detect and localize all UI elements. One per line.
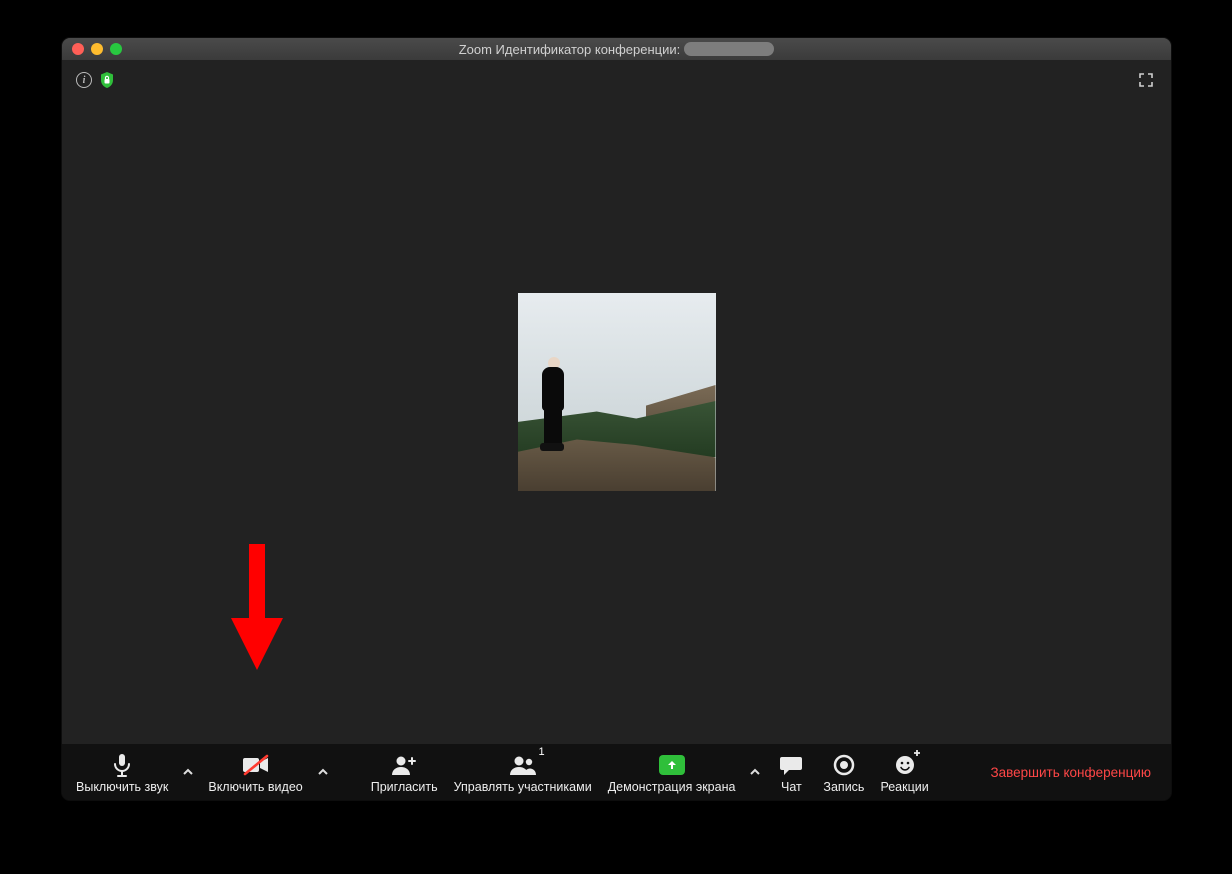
meeting-topbar: i <box>62 60 1171 100</box>
enter-fullscreen-button[interactable] <box>1135 69 1157 91</box>
encryption-shield-icon[interactable] <box>100 72 114 88</box>
start-video-button[interactable]: Включить видео <box>200 750 310 794</box>
invite-label: Пригласить <box>371 780 438 794</box>
share-label: Демонстрация экрана <box>608 780 736 794</box>
microphone-icon <box>111 752 133 778</box>
window-titlebar: Zoom Идентификатор конференции: <box>62 38 1171 60</box>
window-title: Zoom Идентификатор конференции: <box>62 42 1171 57</box>
share-options-caret[interactable] <box>743 744 767 800</box>
participants-count-badge: 1 <box>539 746 545 758</box>
video-options-caret[interactable] <box>311 744 335 800</box>
record-label: Запись <box>823 780 864 794</box>
invite-button[interactable]: Пригласить <box>363 750 446 794</box>
video-stage <box>62 100 1171 744</box>
participants-label: Управлять участниками <box>454 780 592 794</box>
reactions-button[interactable]: Реакции <box>872 750 936 794</box>
reactions-smiley-icon <box>894 752 916 778</box>
record-icon <box>833 752 855 778</box>
window-minimize-button[interactable] <box>91 43 103 55</box>
participant-avatar <box>518 293 716 491</box>
video-camera-off-icon <box>242 752 270 778</box>
invite-person-icon <box>391 752 417 778</box>
traffic-lights <box>62 43 122 55</box>
meeting-toolbar: Выключить звук Включить видео <box>62 744 1171 800</box>
participants-button[interactable]: 1 Управлять участниками <box>446 750 600 794</box>
chat-button[interactable]: Чат <box>767 750 815 794</box>
share-screen-icon <box>659 755 685 775</box>
audio-options-caret[interactable] <box>176 744 200 800</box>
reactions-label: Реакции <box>880 780 928 794</box>
meeting-info-icon[interactable]: i <box>76 72 92 88</box>
end-meeting-button[interactable]: Завершить конференцию <box>990 765 1165 780</box>
annotation-arrow-icon <box>227 544 287 674</box>
window-close-button[interactable] <box>72 43 84 55</box>
video-label: Включить видео <box>208 780 302 794</box>
window-zoom-button[interactable] <box>110 43 122 55</box>
zoom-meeting-window: Zoom Идентификатор конференции: i <box>62 38 1171 800</box>
window-title-text: Zoom Идентификатор конференции: <box>459 42 681 57</box>
participants-icon: 1 <box>509 752 537 778</box>
chat-bubble-icon <box>779 752 803 778</box>
meeting-id-redacted <box>684 42 774 56</box>
share-screen-button[interactable]: Демонстрация экрана <box>600 750 744 794</box>
mute-label: Выключить звук <box>76 780 168 794</box>
mute-button[interactable]: Выключить звук <box>68 750 176 794</box>
chat-label: Чат <box>781 780 802 794</box>
record-button[interactable]: Запись <box>815 750 872 794</box>
end-meeting-label: Завершить конференцию <box>990 765 1151 780</box>
